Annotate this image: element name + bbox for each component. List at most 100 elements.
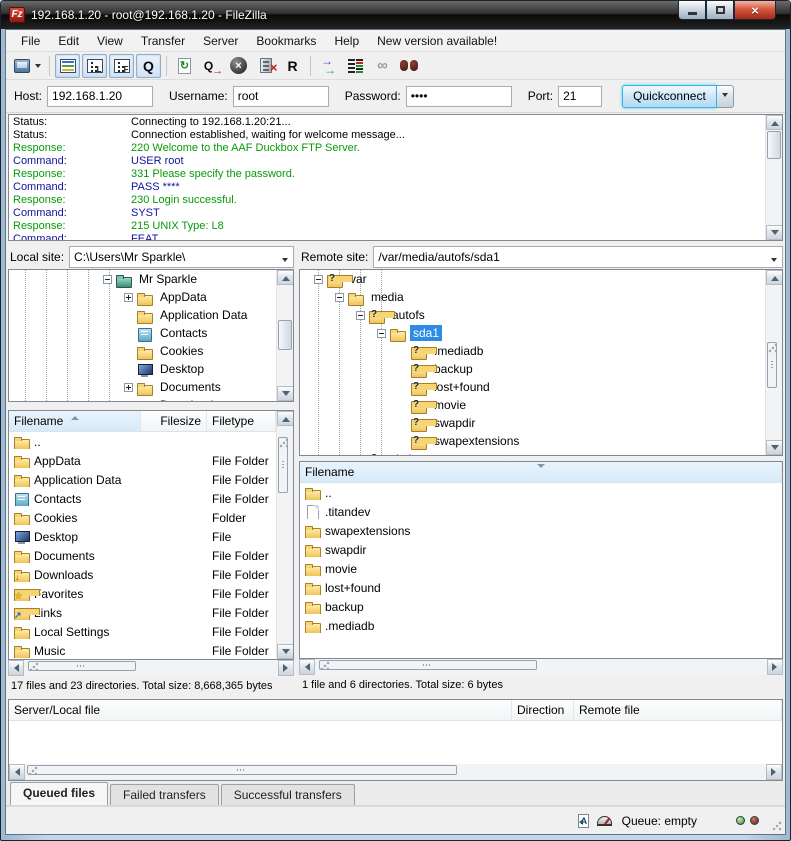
file-row-downloads[interactable]: ↓DownloadsFile Folder bbox=[9, 565, 276, 584]
host-input[interactable] bbox=[47, 86, 153, 107]
local-list-scroll-thumb[interactable] bbox=[278, 437, 288, 493]
tree-item-media[interactable]: media bbox=[300, 288, 765, 306]
process-queue-button[interactable]: Q bbox=[199, 54, 224, 78]
file-row-[interactable]: .. bbox=[9, 432, 276, 451]
collapse-toggle-icon[interactable] bbox=[103, 275, 112, 284]
directory-comparison-button[interactable] bbox=[343, 54, 368, 78]
scroll-left-icon[interactable] bbox=[299, 659, 315, 675]
maximize-button[interactable] bbox=[706, 1, 734, 20]
scroll-right-icon[interactable] bbox=[767, 659, 783, 675]
expand-toggle-icon[interactable] bbox=[124, 293, 133, 302]
file-row-desktop[interactable]: DesktopFile bbox=[9, 527, 276, 546]
column-header-filename[interactable]: Filename bbox=[9, 411, 141, 431]
tree-item-sda1[interactable]: sda1 bbox=[300, 324, 765, 342]
local-tree-scroll-thumb[interactable] bbox=[278, 320, 292, 350]
tab-successful-transfers[interactable]: Successful transfers bbox=[221, 784, 355, 805]
local-tree-scrollbar[interactable] bbox=[276, 270, 293, 401]
close-button[interactable]: × bbox=[734, 1, 776, 20]
expand-toggle-icon[interactable] bbox=[124, 401, 133, 402]
collapse-toggle-icon[interactable] bbox=[356, 311, 365, 320]
queue-horizontal-scrollbar[interactable] bbox=[9, 764, 782, 780]
tab-failed-transfers[interactable]: Failed transfers bbox=[110, 784, 219, 805]
file-row-links[interactable]: ↗LinksFile Folder bbox=[9, 603, 276, 622]
queue-column-remote-file[interactable]: Remote file bbox=[574, 700, 782, 720]
find-files-button[interactable] bbox=[397, 54, 422, 78]
minimize-button[interactable] bbox=[678, 1, 706, 20]
site-manager-button[interactable] bbox=[11, 54, 44, 78]
collapse-toggle-icon[interactable] bbox=[335, 293, 344, 302]
scroll-up-icon[interactable] bbox=[766, 270, 783, 285]
resize-grip[interactable] bbox=[772, 821, 782, 831]
remote-horizontal-scrollbar[interactable] bbox=[299, 659, 783, 675]
local-hscroll-thumb[interactable] bbox=[28, 661, 136, 671]
menu-item-view[interactable]: View bbox=[88, 32, 132, 50]
scroll-up-icon[interactable] bbox=[277, 411, 294, 426]
transfer-type-icon[interactable] bbox=[578, 814, 589, 828]
toggle-local-tree-button[interactable]: L bbox=[82, 54, 107, 78]
file-row-titandev[interactable]: .titandev bbox=[300, 502, 782, 521]
collapse-toggle-icon[interactable] bbox=[377, 329, 386, 338]
column-header-filesize[interactable]: Filesize bbox=[141, 411, 207, 431]
file-row-swapdir[interactable]: swapdir bbox=[300, 540, 782, 559]
remote-site-combobox[interactable]: /var/media/autofs/sda1 bbox=[373, 246, 783, 268]
tree-item-lost-found[interactable]: ?lost+found bbox=[300, 378, 765, 396]
tree-item-contacts[interactable]: Contacts bbox=[9, 324, 276, 342]
queue-column-server-local-file[interactable]: Server/Local file bbox=[9, 700, 512, 720]
pane-splitter-horizontal[interactable] bbox=[8, 402, 294, 410]
expand-toggle-icon[interactable] bbox=[124, 383, 133, 392]
file-row-mediadb[interactable]: .mediadb bbox=[300, 616, 782, 635]
menu-item-new-version-available[interactable]: New version available! bbox=[368, 32, 506, 50]
tree-item-movie[interactable]: ?movie bbox=[300, 396, 765, 414]
file-row-documents[interactable]: DocumentsFile Folder bbox=[9, 546, 276, 565]
refresh-button[interactable]: ↻ bbox=[172, 54, 197, 78]
disconnect-button[interactable]: × bbox=[253, 54, 278, 78]
tree-item-documents[interactable]: Documents bbox=[9, 378, 276, 396]
column-header-filename[interactable]: Filename bbox=[300, 462, 782, 482]
queue-hscroll-thumb[interactable] bbox=[27, 765, 457, 775]
username-input[interactable] bbox=[233, 86, 329, 107]
toggle-message-log-button[interactable] bbox=[55, 54, 80, 78]
title-bar[interactable]: Fz 192.168.1.20 - root@192.168.1.20 - Fi… bbox=[1, 1, 790, 29]
tree-item-mr-sparkle[interactable]: Mr Sparkle bbox=[9, 270, 276, 288]
file-row-local-settings[interactable]: Local SettingsFile Folder bbox=[9, 622, 276, 641]
toggle-queue-button[interactable]: Q bbox=[136, 54, 161, 78]
file-row-appdata[interactable]: AppDataFile Folder bbox=[9, 451, 276, 470]
cancel-button[interactable]: × bbox=[226, 54, 251, 78]
menu-item-file[interactable]: File bbox=[12, 32, 49, 50]
collapse-toggle-icon[interactable] bbox=[314, 275, 323, 284]
file-row-music[interactable]: MusicFile Folder bbox=[9, 641, 276, 659]
tree-item-autofs[interactable]: ?autofs bbox=[300, 306, 765, 324]
local-list-scrollbar[interactable] bbox=[276, 411, 293, 659]
tree-item-desktop[interactable]: Desktop bbox=[9, 360, 276, 378]
toggle-remote-tree-button[interactable]: F bbox=[109, 54, 134, 78]
queue-column-direction[interactable]: Direction bbox=[512, 700, 574, 720]
tree-item-application-data[interactable]: Application Data bbox=[9, 306, 276, 324]
scroll-down-icon[interactable] bbox=[766, 440, 783, 455]
tree-item-downloads[interactable]: ↓Downloads bbox=[9, 396, 276, 401]
quickconnect-button[interactable]: Quickconnect bbox=[622, 85, 717, 108]
scroll-down-icon[interactable] bbox=[277, 386, 294, 401]
menu-item-bookmarks[interactable]: Bookmarks bbox=[247, 32, 325, 50]
file-row-cookies[interactable]: CookiesFolder bbox=[9, 508, 276, 527]
port-input[interactable] bbox=[558, 86, 602, 107]
menu-item-help[interactable]: Help bbox=[325, 32, 368, 50]
file-row-application-data[interactable]: Application DataFile Folder bbox=[9, 470, 276, 489]
transfer-arrows-button[interactable] bbox=[316, 54, 341, 78]
tree-item-mediadb[interactable]: ?.mediadb bbox=[300, 342, 765, 360]
column-header-filetype[interactable]: Filetype bbox=[207, 411, 276, 431]
file-row-[interactable]: .. bbox=[300, 483, 782, 502]
file-row-swapextensions[interactable]: swapextensions bbox=[300, 521, 782, 540]
scroll-right-icon[interactable] bbox=[766, 764, 782, 780]
tree-item-appdata[interactable]: AppData bbox=[9, 288, 276, 306]
tree-item-swapdir[interactable]: ?swapdir bbox=[300, 414, 765, 432]
file-row-favorites[interactable]: ★FavoritesFile Folder bbox=[9, 584, 276, 603]
remote-tree-scrollbar[interactable] bbox=[765, 270, 782, 455]
reconnect-button[interactable]: R bbox=[280, 54, 305, 78]
scroll-down-icon[interactable] bbox=[766, 225, 783, 240]
local-horizontal-scrollbar[interactable] bbox=[8, 660, 294, 676]
tree-item-swapextensions[interactable]: ?swapextensions bbox=[300, 432, 765, 450]
menu-item-server[interactable]: Server bbox=[194, 32, 247, 50]
remote-tree-scroll-thumb[interactable] bbox=[767, 342, 777, 388]
scroll-left-icon[interactable] bbox=[8, 660, 24, 676]
file-row-movie[interactable]: movie bbox=[300, 559, 782, 578]
